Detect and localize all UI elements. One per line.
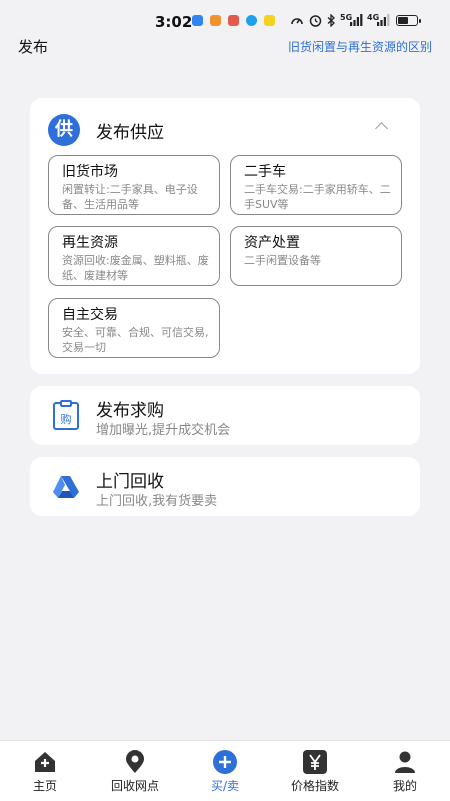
nav-mine[interactable]: 我的 (360, 741, 450, 801)
app-icon-red (228, 15, 239, 26)
signal-bars-icon-2 (377, 14, 390, 26)
plus-icon (213, 750, 237, 774)
nav-label: 主页 (32, 779, 57, 793)
bluetooth-icon (327, 14, 335, 27)
alarm-icon (309, 15, 322, 27)
app-icon-yellow (264, 15, 275, 26)
nav-price-index[interactable]: 价格指数 (270, 741, 360, 801)
location-icon (126, 750, 144, 773)
option-desc: 二手车交易:二手家用轿车、二手SUV等 (244, 183, 391, 211)
app-icon-blue (192, 15, 203, 26)
clipboard-icon-text: 购 (61, 412, 72, 426)
nav-label: 买/卖 (210, 779, 240, 793)
option-renewable-resources[interactable]: 再生资源 资源回收:废金属、塑料瓶、废纸、废建材等 (48, 226, 220, 286)
supply-title: 发布供应 (96, 123, 164, 143)
nav-label: 回收网点 (110, 779, 159, 793)
home-recycle-card[interactable]: 上门回收 上门回收,我有货要卖 (30, 457, 420, 516)
app-icon-orange (210, 15, 221, 26)
option-desc: 闲置转让:二手家具、电子设备、生活用品等 (62, 183, 198, 211)
option-desc: 资源回收:废金属、塑料瓶、废纸、废建材等 (62, 254, 209, 282)
nav-label: 价格指数 (290, 779, 339, 793)
purchase-desc: 增加曝光,提升成交机会 (96, 423, 231, 438)
user-icon (395, 751, 415, 773)
supply-badge-icon: 供 (48, 114, 80, 146)
option-desc: 安全、可靠、合规、可信交易,交易一切 (62, 326, 209, 354)
yen-icon (303, 750, 327, 774)
option-asset-disposal[interactable]: 资产处置 二手闲置设备等 (230, 226, 402, 286)
option-used-car[interactable]: 二手车 二手车交易:二手家用轿车、二手SUV等 (230, 155, 402, 215)
bottom-nav: 主页 回收网点 买/卖 价格指数 我的 (0, 740, 450, 801)
publish-supply-card: 供 发布供应 旧货市场 闲置转让:二手家具、电子设备、生活用品等 二手车 二手车… (30, 98, 420, 374)
option-title: 旧货市场 (62, 164, 118, 180)
option-self-trade[interactable]: 自主交易 安全、可靠、合规、可信交易,交易一切 (48, 298, 220, 358)
speed-icon (291, 18, 303, 25)
chevron-up-icon[interactable] (375, 122, 388, 135)
status-time: 3:02 (155, 13, 193, 31)
purchase-title: 发布求购 (96, 401, 164, 421)
battery-icon (396, 15, 421, 26)
header-bar: 发布 旧货闲置与再生资源的区别 (0, 34, 450, 60)
option-title: 再生资源 (62, 235, 118, 251)
app-icon-blue2 (246, 15, 257, 26)
nav-home[interactable]: 主页 (0, 741, 90, 801)
clipboard-icon: 购 (53, 400, 79, 430)
recycle-desc: 上门回收,我有货要卖 (96, 494, 218, 509)
recycle-title: 上门回收 (96, 472, 164, 492)
option-title: 资产处置 (244, 235, 300, 251)
option-title: 自主交易 (62, 307, 118, 323)
option-second-hand-market[interactable]: 旧货市场 闲置转让:二手家具、电子设备、生活用品等 (48, 155, 220, 215)
home-icon (35, 752, 55, 772)
nav-label: 我的 (392, 779, 417, 793)
option-title: 二手车 (244, 164, 286, 180)
difference-link[interactable]: 旧货闲置与再生资源的区别 (288, 38, 432, 55)
page-title: 发布 (18, 38, 49, 56)
publish-purchase-card[interactable]: 购 发布求购 增加曝光,提升成交机会 (30, 386, 420, 445)
signal-bars-icon (350, 14, 363, 26)
option-desc: 二手闲置设备等 (244, 254, 321, 267)
triangle-logo-icon (53, 476, 79, 498)
nav-recycle-points[interactable]: 回收网点 (90, 741, 180, 801)
nav-buy-sell[interactable]: 买/卖 (180, 741, 270, 801)
